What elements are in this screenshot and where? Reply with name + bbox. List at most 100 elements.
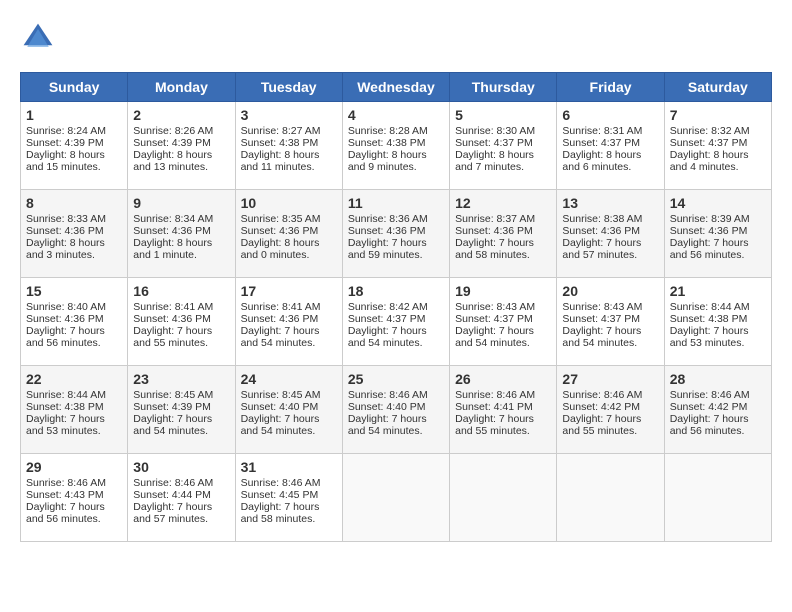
table-row: 10Sunrise: 8:35 AMSunset: 4:36 PMDayligh…: [235, 190, 342, 278]
table-row: 29Sunrise: 8:46 AMSunset: 4:43 PMDayligh…: [21, 454, 128, 542]
col-friday: Friday: [557, 73, 664, 102]
table-row: 14Sunrise: 8:39 AMSunset: 4:36 PMDayligh…: [664, 190, 771, 278]
daylight-text: Daylight: 8 hours and 1 minute.: [133, 237, 212, 261]
daylight-text: Daylight: 7 hours and 55 minutes.: [455, 413, 534, 437]
day-number: 25: [348, 371, 444, 387]
sunrise-text: Sunrise: 8:44 AM: [670, 301, 750, 313]
table-row: 18Sunrise: 8:42 AMSunset: 4:37 PMDayligh…: [342, 278, 449, 366]
sunset-text: Sunset: 4:42 PM: [670, 401, 748, 413]
table-row: 5Sunrise: 8:30 AMSunset: 4:37 PMDaylight…: [450, 102, 557, 190]
daylight-text: Daylight: 8 hours and 15 minutes.: [26, 149, 105, 173]
daylight-text: Daylight: 7 hours and 59 minutes.: [348, 237, 427, 261]
sunrise-text: Sunrise: 8:46 AM: [562, 389, 642, 401]
day-number: 20: [562, 283, 658, 299]
daylight-text: Daylight: 7 hours and 56 minutes.: [670, 413, 749, 437]
sunrise-text: Sunrise: 8:26 AM: [133, 125, 213, 137]
sunset-text: Sunset: 4:37 PM: [562, 313, 640, 325]
daylight-text: Daylight: 7 hours and 54 minutes.: [348, 413, 427, 437]
daylight-text: Daylight: 8 hours and 13 minutes.: [133, 149, 212, 173]
day-number: 6: [562, 107, 658, 123]
sunrise-text: Sunrise: 8:35 AM: [241, 213, 321, 225]
day-number: 30: [133, 459, 229, 475]
day-number: 5: [455, 107, 551, 123]
table-row: 6Sunrise: 8:31 AMSunset: 4:37 PMDaylight…: [557, 102, 664, 190]
sunrise-text: Sunrise: 8:41 AM: [241, 301, 321, 313]
day-number: 15: [26, 283, 122, 299]
day-number: 1: [26, 107, 122, 123]
day-number: 13: [562, 195, 658, 211]
daylight-text: Daylight: 7 hours and 56 minutes.: [26, 325, 105, 349]
day-number: 23: [133, 371, 229, 387]
col-thursday: Thursday: [450, 73, 557, 102]
table-row: 8Sunrise: 8:33 AMSunset: 4:36 PMDaylight…: [21, 190, 128, 278]
table-row: 20Sunrise: 8:43 AMSunset: 4:37 PMDayligh…: [557, 278, 664, 366]
daylight-text: Daylight: 7 hours and 54 minutes.: [241, 413, 320, 437]
calendar-week-5: 29Sunrise: 8:46 AMSunset: 4:43 PMDayligh…: [21, 454, 772, 542]
day-number: 16: [133, 283, 229, 299]
daylight-text: Daylight: 7 hours and 57 minutes.: [562, 237, 641, 261]
sunset-text: Sunset: 4:40 PM: [241, 401, 319, 413]
sunset-text: Sunset: 4:36 PM: [133, 313, 211, 325]
day-number: 19: [455, 283, 551, 299]
daylight-text: Daylight: 7 hours and 57 minutes.: [133, 501, 212, 525]
table-row: 17Sunrise: 8:41 AMSunset: 4:36 PMDayligh…: [235, 278, 342, 366]
daylight-text: Daylight: 8 hours and 6 minutes.: [562, 149, 641, 173]
day-number: 14: [670, 195, 766, 211]
table-row: 26Sunrise: 8:46 AMSunset: 4:41 PMDayligh…: [450, 366, 557, 454]
sunset-text: Sunset: 4:37 PM: [670, 137, 748, 149]
daylight-text: Daylight: 8 hours and 4 minutes.: [670, 149, 749, 173]
day-number: 17: [241, 283, 337, 299]
table-row: 9Sunrise: 8:34 AMSunset: 4:36 PMDaylight…: [128, 190, 235, 278]
day-number: 29: [26, 459, 122, 475]
sunrise-text: Sunrise: 8:32 AM: [670, 125, 750, 137]
sunset-text: Sunset: 4:36 PM: [133, 225, 211, 237]
table-row: [450, 454, 557, 542]
sunrise-text: Sunrise: 8:46 AM: [241, 477, 321, 489]
table-row: 31Sunrise: 8:46 AMSunset: 4:45 PMDayligh…: [235, 454, 342, 542]
calendar-week-4: 22Sunrise: 8:44 AMSunset: 4:38 PMDayligh…: [21, 366, 772, 454]
day-number: 21: [670, 283, 766, 299]
daylight-text: Daylight: 8 hours and 7 minutes.: [455, 149, 534, 173]
daylight-text: Daylight: 7 hours and 56 minutes.: [26, 501, 105, 525]
sunrise-text: Sunrise: 8:46 AM: [670, 389, 750, 401]
sunrise-text: Sunrise: 8:45 AM: [133, 389, 213, 401]
day-number: 31: [241, 459, 337, 475]
daylight-text: Daylight: 7 hours and 54 minutes.: [348, 325, 427, 349]
col-saturday: Saturday: [664, 73, 771, 102]
sunrise-text: Sunrise: 8:39 AM: [670, 213, 750, 225]
sunrise-text: Sunrise: 8:24 AM: [26, 125, 106, 137]
sunset-text: Sunset: 4:36 PM: [348, 225, 426, 237]
daylight-text: Daylight: 8 hours and 0 minutes.: [241, 237, 320, 261]
sunset-text: Sunset: 4:38 PM: [241, 137, 319, 149]
calendar-week-2: 8Sunrise: 8:33 AMSunset: 4:36 PMDaylight…: [21, 190, 772, 278]
table-row: 28Sunrise: 8:46 AMSunset: 4:42 PMDayligh…: [664, 366, 771, 454]
sunrise-text: Sunrise: 8:46 AM: [26, 477, 106, 489]
daylight-text: Daylight: 8 hours and 9 minutes.: [348, 149, 427, 173]
day-number: 12: [455, 195, 551, 211]
day-number: 26: [455, 371, 551, 387]
sunset-text: Sunset: 4:44 PM: [133, 489, 211, 501]
table-row: 1 Sunrise: 8:24 AMSunset: 4:39 PMDaylight…: [21, 102, 128, 190]
calendar-week-1: 1Sunrise: 8:24 AMSunset: 4:39 PMDaylight…: [21, 102, 772, 190]
day-number: 8: [26, 195, 122, 211]
sunrise-text: Sunrise: 8:38 AM: [562, 213, 642, 225]
page-header: [20, 20, 772, 56]
sunset-text: Sunset: 4:36 PM: [670, 225, 748, 237]
day-number: 27: [562, 371, 658, 387]
sunset-text: Sunset: 4:37 PM: [455, 313, 533, 325]
table-row: [557, 454, 664, 542]
table-row: 7Sunrise: 8:32 AMSunset: 4:37 PMDaylight…: [664, 102, 771, 190]
table-row: 15Sunrise: 8:40 AMSunset: 4:36 PMDayligh…: [21, 278, 128, 366]
sunset-text: Sunset: 4:36 PM: [241, 313, 319, 325]
logo-icon: [20, 20, 56, 56]
day-number: 11: [348, 195, 444, 211]
sunset-text: Sunset: 4:39 PM: [133, 401, 211, 413]
daylight-text: Daylight: 7 hours and 54 minutes.: [133, 413, 212, 437]
table-row: 25Sunrise: 8:46 AMSunset: 4:40 PMDayligh…: [342, 366, 449, 454]
day-number: 18: [348, 283, 444, 299]
sunrise-text: Sunrise: 8:27 AM: [241, 125, 321, 137]
sunset-text: Sunset: 4:39 PM: [26, 137, 104, 149]
sunrise-text: Sunrise: 8:46 AM: [455, 389, 535, 401]
sunset-text: Sunset: 4:45 PM: [241, 489, 319, 501]
table-row: 4Sunrise: 8:28 AMSunset: 4:38 PMDaylight…: [342, 102, 449, 190]
